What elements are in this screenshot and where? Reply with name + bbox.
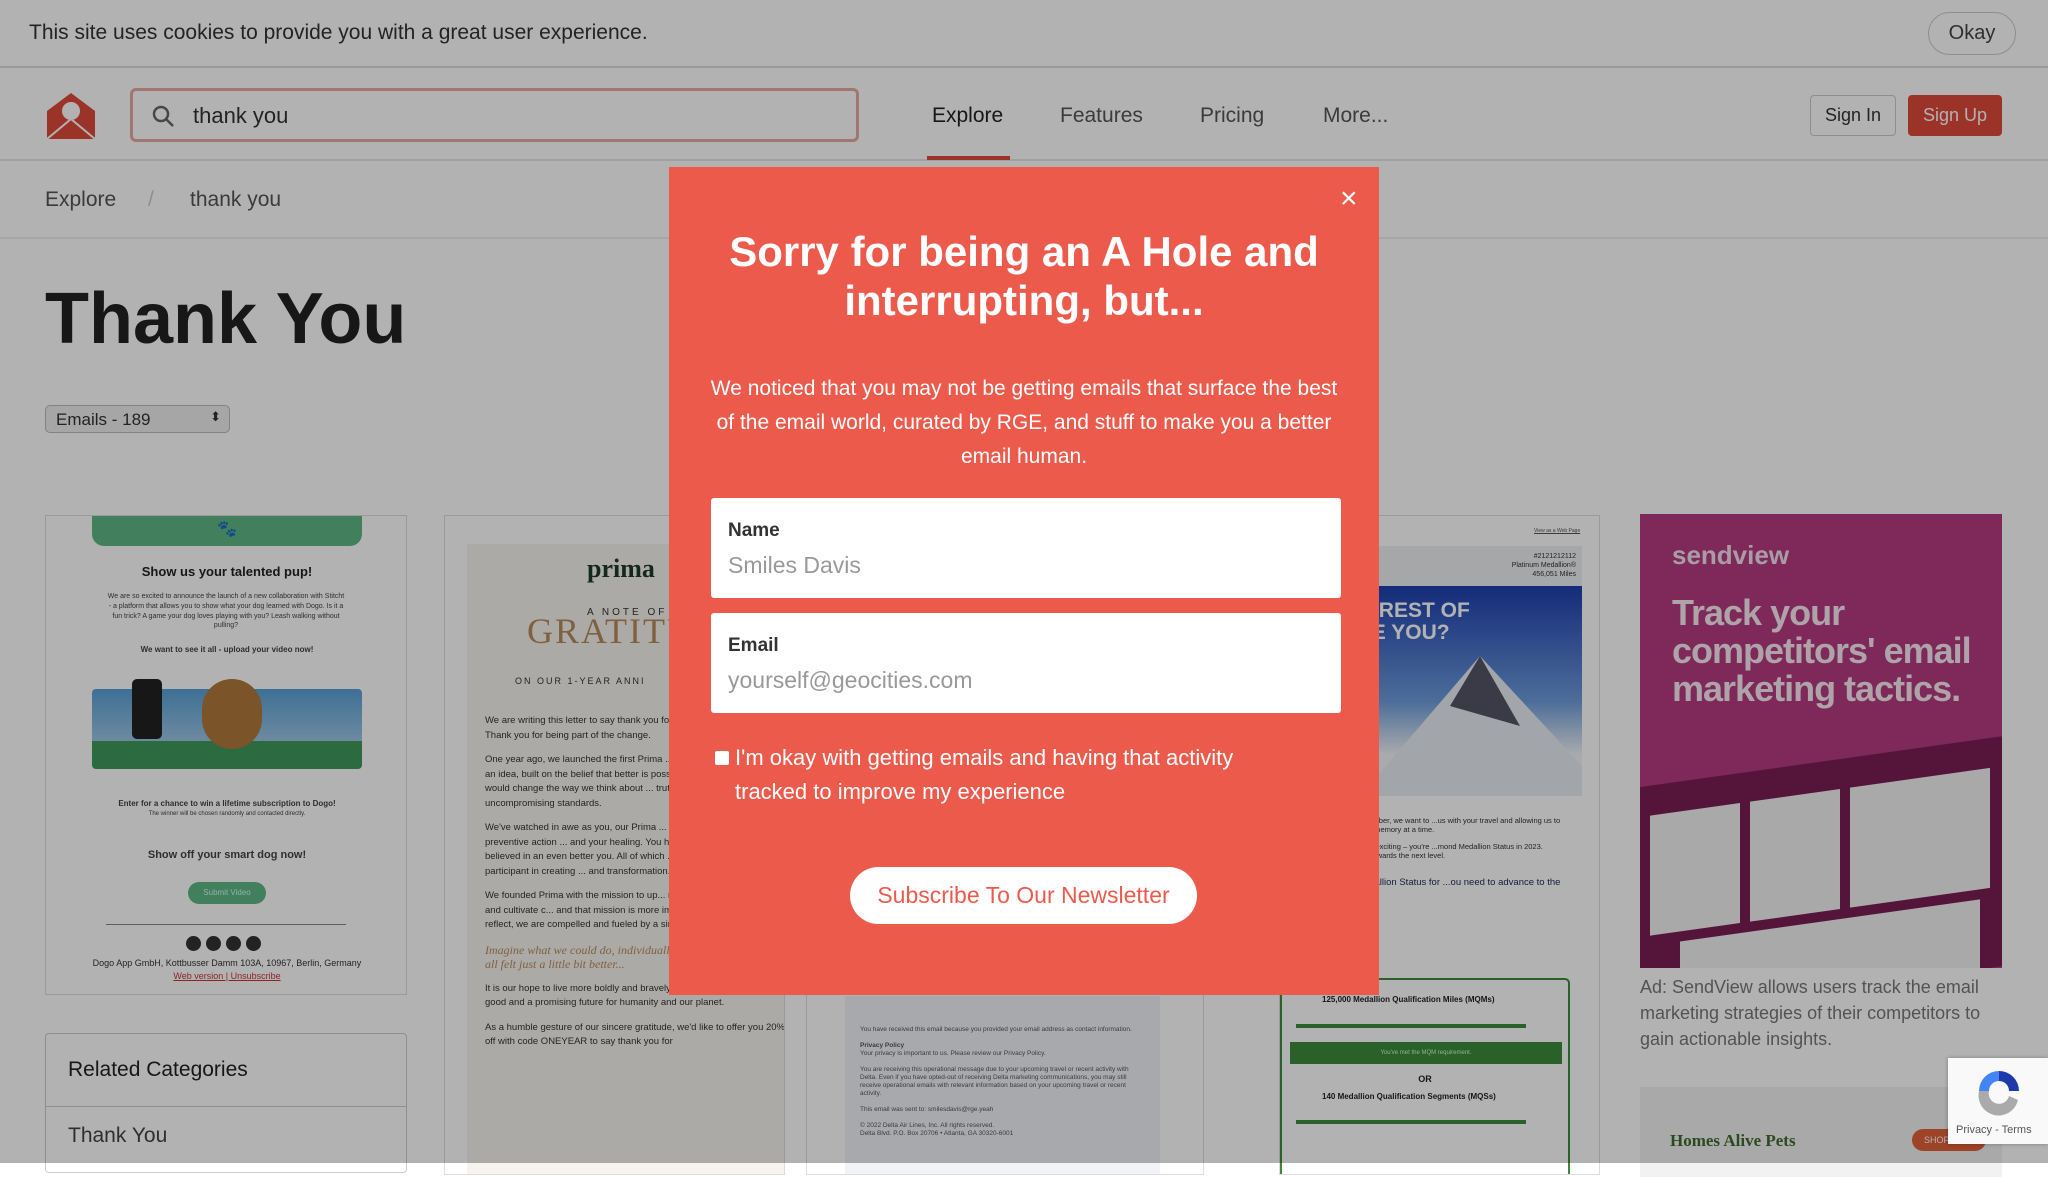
name-input[interactable]: Smiles Davis: [728, 552, 861, 579]
close-icon[interactable]: ×: [1340, 182, 1358, 216]
email-input[interactable]: yourself@geocities.com: [728, 667, 973, 694]
recaptcha-links[interactable]: Privacy - Terms: [1956, 1124, 2032, 1136]
modal-body: We noticed that you may not be getting e…: [710, 377, 1338, 468]
email-label: Email: [728, 635, 779, 656]
recaptcha-icon: [1978, 1071, 2019, 1116]
name-label: Name: [728, 520, 780, 541]
email-field[interactable]: Email yourself@geocities.com: [711, 613, 1341, 713]
consent-label[interactable]: I'm okay with getting emails and having …: [735, 741, 1295, 809]
name-field[interactable]: Name Smiles Davis: [711, 498, 1341, 598]
recaptcha-badge[interactable]: Privacy - Terms: [1948, 1058, 2048, 1144]
newsletter-modal: × Sorry for being an A Hole and interrup…: [669, 167, 1379, 995]
consent-checkbox[interactable]: [715, 751, 729, 765]
subscribe-button[interactable]: Subscribe To Our Newsletter: [850, 867, 1197, 924]
modal-title: Sorry for being an A Hole and interrupti…: [729, 228, 1319, 324]
